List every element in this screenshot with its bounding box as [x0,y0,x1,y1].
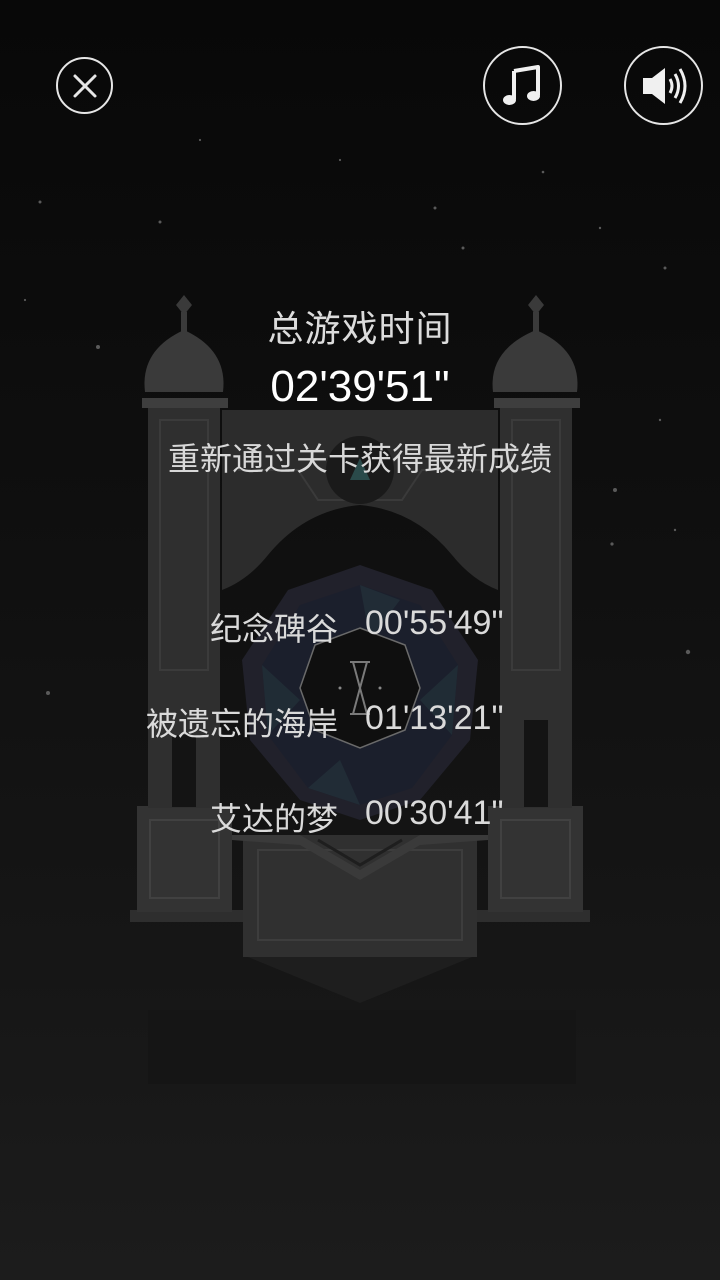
game-stats-screen: 总游戏时间 02'39'51" 重新通过关卡获得最新成绩 纪念碑谷 00'55'… [0,0,720,1280]
speaker-icon [642,67,686,104]
music-toggle-button[interactable] [483,46,562,125]
replay-hint-text: 重新通过关卡获得最新成绩 [167,440,552,478]
music-note-icon [502,64,540,105]
level-time: 00'55'49" [365,604,504,642]
level-name: 纪念碑谷 [209,610,338,648]
level-time: 00'30'41" [365,794,504,832]
total-play-time-title: 总游戏时间 [267,309,453,350]
level-row-forgotten-shores: 被遗忘的海岸 01'13'21" [0,699,720,745]
total-play-time-value: 02'39'51" [270,362,450,411]
level-row-monument-valley: 纪念碑谷 00'55'49" [0,604,720,650]
level-row-idas-dream: 艾达的梦 00'30'41" [0,794,720,840]
level-name: 艾达的梦 [209,800,338,838]
close-button[interactable] [56,57,113,114]
close-icon [73,74,96,97]
sound-toggle-button[interactable] [624,46,703,125]
level-time: 01'13'21" [365,699,504,737]
level-name: 被遗忘的海岸 [145,705,338,743]
